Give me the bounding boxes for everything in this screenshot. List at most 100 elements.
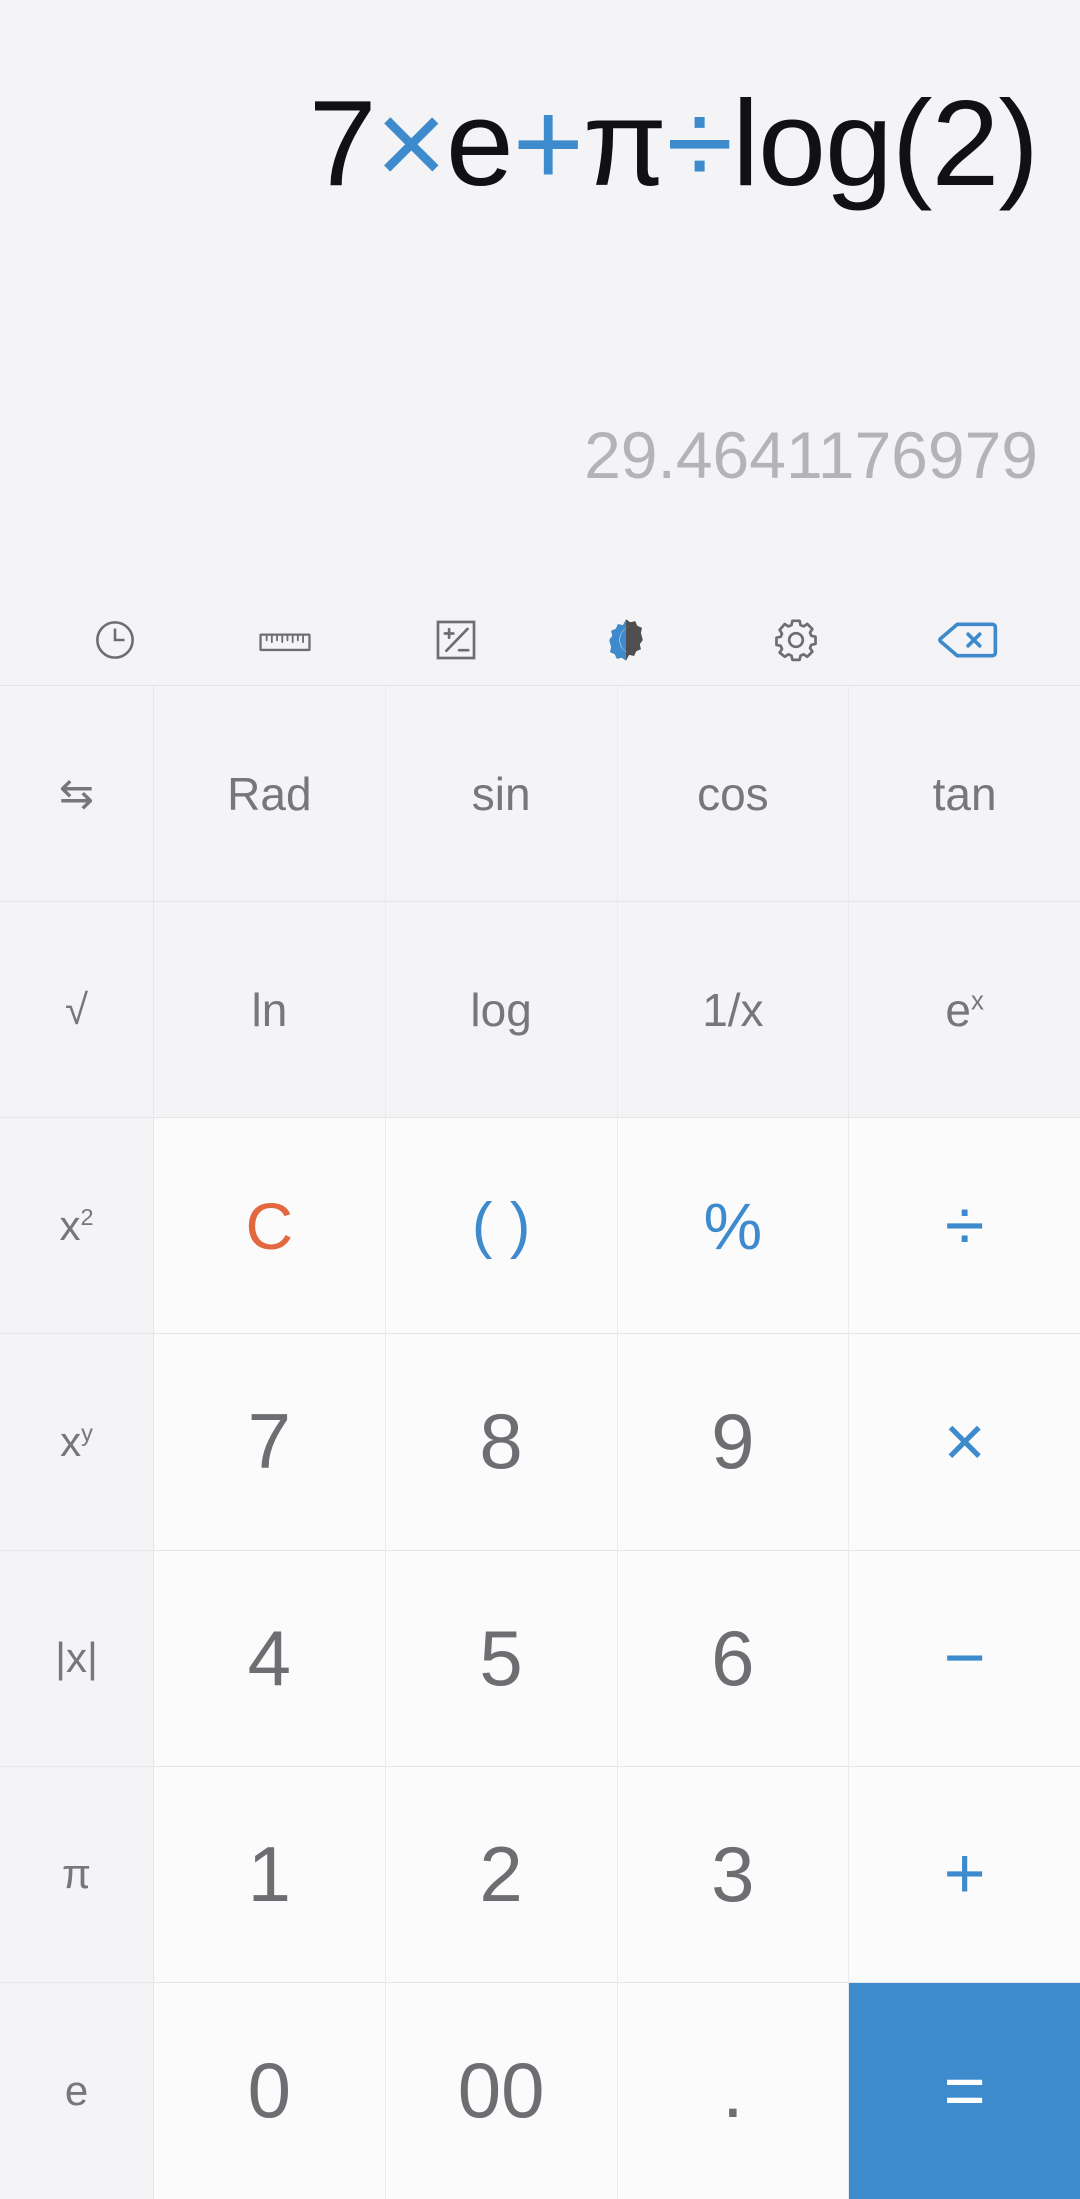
tool-row <box>0 595 1080 685</box>
key-label: √ <box>64 985 89 1033</box>
key-euler[interactable]: e <box>0 1982 154 2199</box>
key-label: . <box>722 2046 744 2135</box>
keypad-row: e 0 00. = <box>0 1982 1080 2199</box>
clock-icon <box>92 617 138 663</box>
key-label-superscript: 2 <box>80 1203 94 1230</box>
sign-toggle-button[interactable] <box>371 595 541 685</box>
key-sin[interactable]: sin <box>385 686 618 903</box>
key-label: 1 <box>247 1829 292 1918</box>
key-label: ( ) <box>471 1191 531 1261</box>
key-9[interactable]: 9 <box>617 1334 850 1551</box>
key-divide[interactable]: ÷ <box>849 1118 1080 1335</box>
key-label: e <box>64 2066 89 2114</box>
key-label: 5 <box>479 1613 523 1702</box>
keypad: ⇆ Rad sin cos tan √ ln log 1/x ex x2 C( )% ÷ xy 7 8 9 × |x… <box>0 685 1080 2199</box>
key-x-squared[interactable]: x2 <box>0 1118 154 1335</box>
calculator-app: 7×e+π÷log(2) 29.4641176979 ⇆ Rad sin cos… <box>0 0 1080 2199</box>
key-tan[interactable]: tan <box>849 686 1080 903</box>
key-label: 2 <box>479 1829 523 1918</box>
key-label: 3 <box>711 1829 755 1918</box>
key-1[interactable]: 1 <box>154 1766 386 1983</box>
key-label: 00 <box>457 2046 545 2135</box>
key-label: sin <box>471 767 531 820</box>
key-subtract[interactable]: − <box>849 1550 1080 1767</box>
keypad-row: ⇆ Rad sin cos tan <box>0 686 1080 903</box>
key-label-superscript: y <box>81 1419 93 1446</box>
key-label: xy <box>60 1417 93 1465</box>
key-x-power-y[interactable]: xy <box>0 1334 154 1551</box>
key-label: ⇆ <box>58 770 95 818</box>
key-sqrt[interactable]: √ <box>0 902 154 1119</box>
key-8[interactable]: 8 <box>385 1334 618 1551</box>
key-label: 7 <box>247 1397 292 1486</box>
keypad-row: √ ln log 1/x ex <box>0 902 1080 1119</box>
result-text[interactable]: 29.4641176979 <box>0 418 1038 492</box>
key-label: ln <box>251 983 288 1036</box>
plus-minus-box-icon <box>433 617 479 663</box>
backspace-icon <box>936 620 998 660</box>
settings-button[interactable] <box>711 595 881 685</box>
unit-converter-button[interactable] <box>200 595 370 685</box>
keypad-row: π 1 2 3 + <box>0 1766 1080 1983</box>
backspace-button[interactable] <box>882 595 1052 685</box>
key-label: 4 <box>247 1613 292 1702</box>
key-label: Rad <box>227 767 312 820</box>
expression-token-3: + <box>512 75 584 211</box>
gear-icon <box>772 616 820 664</box>
key-label: tan <box>932 767 997 820</box>
expression-token-0: 7 <box>308 75 377 211</box>
key-pi[interactable]: π <box>0 1766 154 1983</box>
key-5[interactable]: 5 <box>385 1550 618 1767</box>
key-0[interactable]: 0 <box>154 1982 386 2199</box>
theme-toggle-icon <box>602 616 650 664</box>
display-area: 7×e+π÷log(2) 29.4641176979 <box>0 0 1080 595</box>
key-label: = <box>943 2050 986 2131</box>
key-label: log <box>470 983 532 1036</box>
key-label-superscript: x <box>970 987 984 1016</box>
key-e-power-x[interactable]: ex <box>849 902 1080 1119</box>
key-ln[interactable]: ln <box>154 902 386 1119</box>
expression-token-4: π <box>582 75 667 211</box>
key-absolute-value[interactable]: |x| <box>0 1550 154 1767</box>
key-rad[interactable]: Rad <box>154 686 386 903</box>
key-add[interactable]: + <box>849 1766 1080 1983</box>
expression-text[interactable]: 7×e+π÷log(2) <box>0 75 1039 211</box>
key-swap-mode[interactable]: ⇆ <box>0 686 154 903</box>
key-log[interactable]: log <box>385 902 618 1119</box>
history-button[interactable] <box>30 595 200 685</box>
key-label: + <box>943 1834 986 1915</box>
key-percent[interactable]: % <box>617 1118 850 1335</box>
key-double-zero[interactable]: 00 <box>385 1982 618 2199</box>
theme-toggle-button[interactable] <box>541 595 711 685</box>
key-clear[interactable]: C <box>154 1118 386 1335</box>
key-label: π <box>62 1850 91 1898</box>
key-multiply[interactable]: × <box>849 1334 1080 1551</box>
expression-token-6: log(2) <box>732 75 1039 211</box>
keypad-row: xy 7 8 9 × <box>0 1334 1080 1551</box>
key-label: 6 <box>711 1613 755 1702</box>
expression-token-1: × <box>375 75 447 211</box>
expression-token-5: ÷ <box>666 75 733 211</box>
key-decimal-point[interactable]: . <box>617 1982 850 2199</box>
key-label: x2 <box>59 1201 94 1249</box>
key-label: × <box>943 1401 986 1482</box>
key-label: 1/x <box>702 983 764 1036</box>
key-7[interactable]: 7 <box>154 1334 386 1551</box>
key-label: 8 <box>479 1397 523 1486</box>
key-label: % <box>703 1188 763 1263</box>
key-cos[interactable]: cos <box>617 686 850 903</box>
key-3[interactable]: 3 <box>617 1766 850 1983</box>
key-label: ex <box>945 983 984 1036</box>
key-4[interactable]: 4 <box>154 1550 386 1767</box>
key-label: C <box>245 1188 294 1263</box>
keypad-row: |x| 4 5 6 − <box>0 1550 1080 1767</box>
key-6[interactable]: 6 <box>617 1550 850 1767</box>
key-label: cos <box>697 767 769 820</box>
expression-token-2: e <box>445 75 514 211</box>
keypad-row: x2 C ( )% ÷ <box>0 1118 1080 1335</box>
key-equals[interactable]: = <box>849 1982 1080 2199</box>
key-parentheses[interactable]: ( ) <box>385 1118 618 1335</box>
key-reciprocal[interactable]: 1/x <box>617 902 850 1119</box>
key-2[interactable]: 2 <box>385 1766 618 1983</box>
key-label: |x| <box>55 1634 98 1682</box>
